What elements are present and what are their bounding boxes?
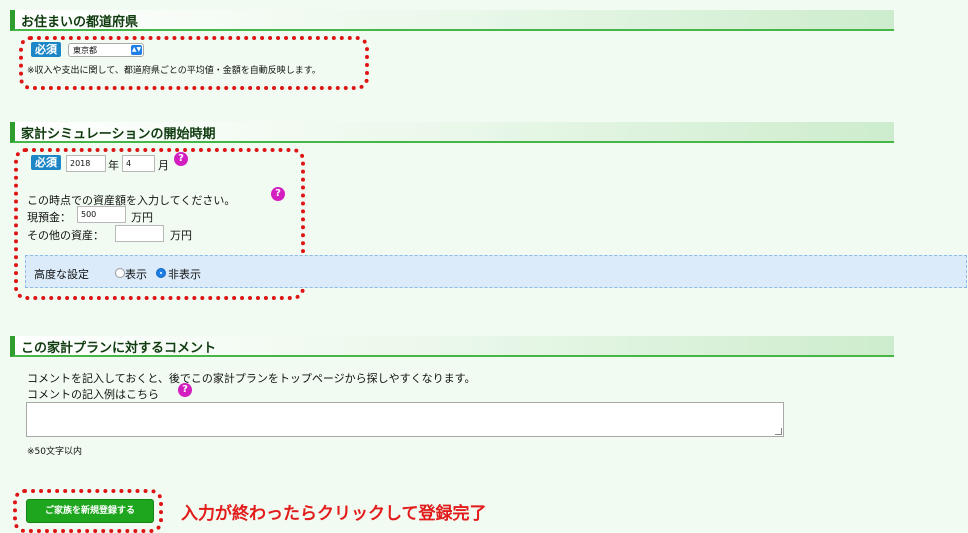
section-header-comment: この家計プランに対するコメント xyxy=(10,336,894,357)
required-badge: 必須 xyxy=(31,42,61,57)
required-badge: 必須 xyxy=(31,155,61,170)
comment-textarea[interactable] xyxy=(26,402,784,437)
prefecture-select-value: 東京都 xyxy=(73,46,97,55)
cash-input[interactable]: 500 xyxy=(77,206,126,223)
register-family-button[interactable]: ご家族を新規登録する xyxy=(26,499,154,523)
section-title-residence: お住まいの都道府県 xyxy=(21,15,139,30)
advanced-hide-radio[interactable] xyxy=(156,268,166,278)
chevron-updown-icon: ▲▼ xyxy=(131,45,142,55)
month-unit: 月 xyxy=(158,159,169,172)
advanced-show-radio[interactable] xyxy=(115,268,125,278)
advanced-settings-row xyxy=(25,255,967,288)
prefecture-note: ※収入や支出に関して、都道府県ごとの平均値・金額を自動反映します。 xyxy=(27,66,321,76)
comment-example-link[interactable]: コメントの記入例はこちら xyxy=(27,386,159,402)
other-assets-unit: 万円 xyxy=(170,229,192,242)
comment-limit-note: ※50文字以内 xyxy=(27,447,82,457)
cash-label: 現預金： xyxy=(27,211,71,224)
month-input[interactable]: 4 xyxy=(122,155,155,172)
prefecture-select[interactable]: 東京都 ▲▼ xyxy=(68,43,144,57)
instruction-callout: 入力が終わったらクリックして登録完了 xyxy=(181,504,487,524)
advanced-show-label[interactable]: 表示 xyxy=(125,266,147,282)
advanced-hide-label[interactable]: 非表示 xyxy=(168,266,201,282)
other-assets-input[interactable] xyxy=(115,225,164,242)
advanced-settings-label: 高度な設定 xyxy=(34,268,89,281)
section-title-start: 家計シミュレーションの開始時期 xyxy=(21,127,216,142)
other-assets-label: その他の資産： xyxy=(27,229,104,242)
assets-prompt: この時点での資産額を入力してください。 xyxy=(27,194,236,207)
help-icon[interactable]: ? xyxy=(271,187,285,201)
year-unit: 年 xyxy=(108,159,119,172)
year-input[interactable]: 2018 xyxy=(66,155,106,172)
help-icon[interactable]: ? xyxy=(178,383,192,397)
cash-unit: 万円 xyxy=(131,211,153,224)
section-header-start: 家計シミュレーションの開始時期 xyxy=(10,122,894,143)
section-title-comment: この家計プランに対するコメント xyxy=(21,341,217,356)
comment-description: コメントを記入しておくと、後でこの家計プランをトップページから探しやすくなります… xyxy=(27,372,476,385)
help-icon[interactable]: ? xyxy=(174,152,188,166)
section-header-residence: お住まいの都道府県 xyxy=(10,10,894,31)
